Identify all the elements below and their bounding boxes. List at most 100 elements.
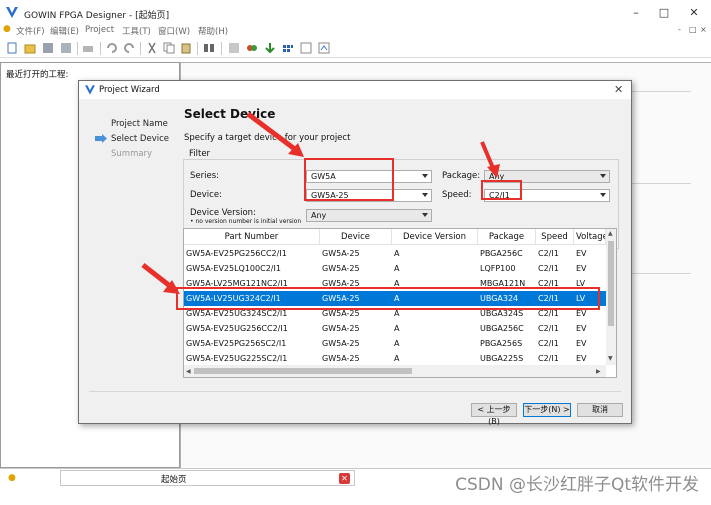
table-cell: A	[394, 324, 400, 333]
recent-projects-title: 最近打开的工程:	[6, 70, 69, 80]
scroll-left-icon[interactable]: ◀	[186, 368, 191, 375]
step-project-name: Project Name	[111, 119, 168, 129]
chevron-down-icon	[422, 193, 428, 197]
device-version-select[interactable]: Any	[306, 209, 432, 222]
horizontal-scrollbar[interactable]: ◀ ▶	[184, 365, 606, 377]
find-icon[interactable]	[203, 42, 215, 54]
scroll-up-icon[interactable]: ▲	[608, 230, 613, 237]
column-header[interactable]: Device	[320, 229, 392, 245]
table-cell: GW5A-EV25UG256CC2/I1	[186, 324, 288, 333]
mdi-restore-button[interactable]: □	[689, 25, 697, 34]
table-cell: PBGA256S	[480, 339, 523, 348]
mdi-close-button[interactable]: ×	[700, 25, 707, 34]
scroll-thumb[interactable]	[608, 241, 614, 326]
table-cell: GW5A-EV25LQ100C2/I1	[186, 264, 281, 273]
synthesize-icon[interactable]	[228, 42, 240, 54]
next-button[interactable]: 下一步(N) >	[523, 403, 571, 417]
package-label: Package:	[442, 171, 481, 181]
window-title: GOWIN FPGA Designer - [起始页]	[24, 11, 170, 21]
table-cell: GW5A-EV25UG225SC2/I1	[186, 354, 288, 363]
column-header[interactable]: Device Version	[392, 229, 478, 245]
table-row[interactable]: GW5A-EV25LQ100C2/I1 GW5A-25 A LQFP100 C2/I1 E…	[184, 261, 606, 276]
power-analyzer-icon[interactable]	[318, 42, 330, 54]
menu-project[interactable]: Project	[85, 25, 114, 35]
step-select-device: Select Device	[111, 134, 169, 144]
series-label: Series:	[190, 171, 220, 181]
table-cell: C2/I1	[538, 324, 559, 333]
tab-start-page[interactable]: 起始页 ✕	[60, 470, 355, 486]
table-cell: A	[394, 354, 400, 363]
button-divider	[89, 391, 621, 392]
place-route-icon[interactable]	[246, 42, 258, 54]
timing-icon[interactable]	[300, 42, 312, 54]
table-cell: UBGA225S	[480, 354, 524, 363]
table-cell: PBGA256C	[480, 249, 523, 258]
save-all-icon[interactable]	[60, 42, 72, 54]
menu-edit[interactable]: 编辑(E)	[50, 25, 79, 37]
watermark: CSDN @长沙红胖子Qt软件开发	[455, 475, 699, 495]
table-cell: A	[394, 339, 400, 348]
table-cell: C2/I1	[538, 339, 559, 348]
table-cell: C2/I1	[538, 354, 559, 363]
gowin-logo-icon	[85, 85, 95, 95]
menu-window[interactable]: 窗口(W)	[158, 25, 190, 37]
open-folder-icon[interactable]	[24, 42, 36, 54]
table-cell: GW5A-25	[322, 354, 360, 363]
maximize-button[interactable]: □	[654, 5, 674, 21]
chevron-down-icon	[422, 174, 428, 178]
print-icon[interactable]	[82, 42, 94, 54]
table-cell: EV	[576, 339, 587, 348]
window-titlebar: GOWIN FPGA Designer - [起始页] – □ ✕	[0, 0, 711, 26]
table-cell: GW5A-EV25PG256CC2/I1	[186, 249, 287, 258]
new-file-icon[interactable]	[6, 42, 18, 54]
cancel-button[interactable]: 取消	[577, 403, 623, 417]
device-version-note: • no version number is initial version	[190, 218, 302, 225]
table-cell: C2/I1	[538, 249, 559, 258]
table-cell: EV	[576, 249, 587, 258]
annotation-arrow-icon	[480, 141, 500, 178]
project-wizard-dialog: Project Wizard ✕ Project Name Select Dev…	[78, 80, 632, 426]
vertical-scrollbar[interactable]: ▲ ▼	[606, 229, 616, 365]
chevron-down-icon	[600, 174, 606, 178]
table-cell: LQFP100	[480, 264, 516, 273]
menu-help[interactable]: 帮助(H)	[198, 25, 228, 37]
table-row[interactable]: GW5A-EV25UG225SC2/I1 GW5A-25 A UBGA225S C2/I…	[184, 351, 606, 366]
minimize-button[interactable]: –	[626, 5, 646, 21]
table-row[interactable]: GW5A-EV25PG256SC2/I1 GW5A-25 A PBGA256S C2/I…	[184, 336, 606, 351]
chevron-down-icon	[422, 213, 428, 217]
current-step-arrow-icon	[95, 134, 107, 143]
scroll-down-icon[interactable]: ▼	[608, 355, 613, 362]
undo-icon[interactable]	[106, 42, 118, 54]
save-icon[interactable]	[42, 42, 54, 54]
copy-icon[interactable]	[163, 42, 175, 54]
table-cell: GW5A-EV25PG256SC2/I1	[186, 339, 287, 348]
table-cell: GW5A-25	[322, 324, 360, 333]
table-cell: GW5A-25	[322, 264, 360, 273]
column-header[interactable]: Package	[478, 229, 536, 245]
close-tab-icon[interactable]: ✕	[339, 473, 350, 484]
table-cell: UBGA256C	[480, 324, 524, 333]
table-cell: GW5A-25	[322, 339, 360, 348]
menu-file[interactable]: 文件(F)	[16, 25, 45, 37]
back-button[interactable]: < 上一步(B)	[471, 403, 517, 426]
dialog-close-button[interactable]: ✕	[614, 83, 623, 96]
column-header[interactable]: Part Number	[184, 229, 320, 245]
toolbar-separator	[221, 42, 222, 55]
table-cell: A	[394, 264, 400, 273]
paste-icon[interactable]	[180, 42, 192, 54]
menu-tools[interactable]: 工具(T)	[122, 25, 151, 37]
scroll-right-icon[interactable]: ▶	[596, 368, 601, 375]
mdi-minimize-button[interactable]: -	[678, 25, 681, 34]
scroll-thumb[interactable]	[194, 368, 412, 374]
table-row[interactable]: GW5A-EV25PG256CC2/I1 GW5A-25 A PBGA256C C2/I…	[184, 246, 606, 261]
program-device-icon[interactable]	[264, 42, 276, 54]
column-header[interactable]: Voltage	[574, 229, 606, 245]
floorplanner-icon[interactable]	[282, 42, 294, 54]
tab-start-page-label: 起始页	[161, 475, 187, 485]
table-cell: C2/I1	[538, 264, 559, 273]
redo-icon[interactable]	[123, 42, 135, 54]
table-row[interactable]: GW5A-EV25UG256CC2/I1 GW5A-25 A UBGA256C C2/I…	[184, 321, 606, 336]
column-header[interactable]: Speed	[536, 229, 574, 245]
close-window-button[interactable]: ✕	[684, 5, 704, 21]
cut-icon[interactable]	[146, 42, 158, 54]
